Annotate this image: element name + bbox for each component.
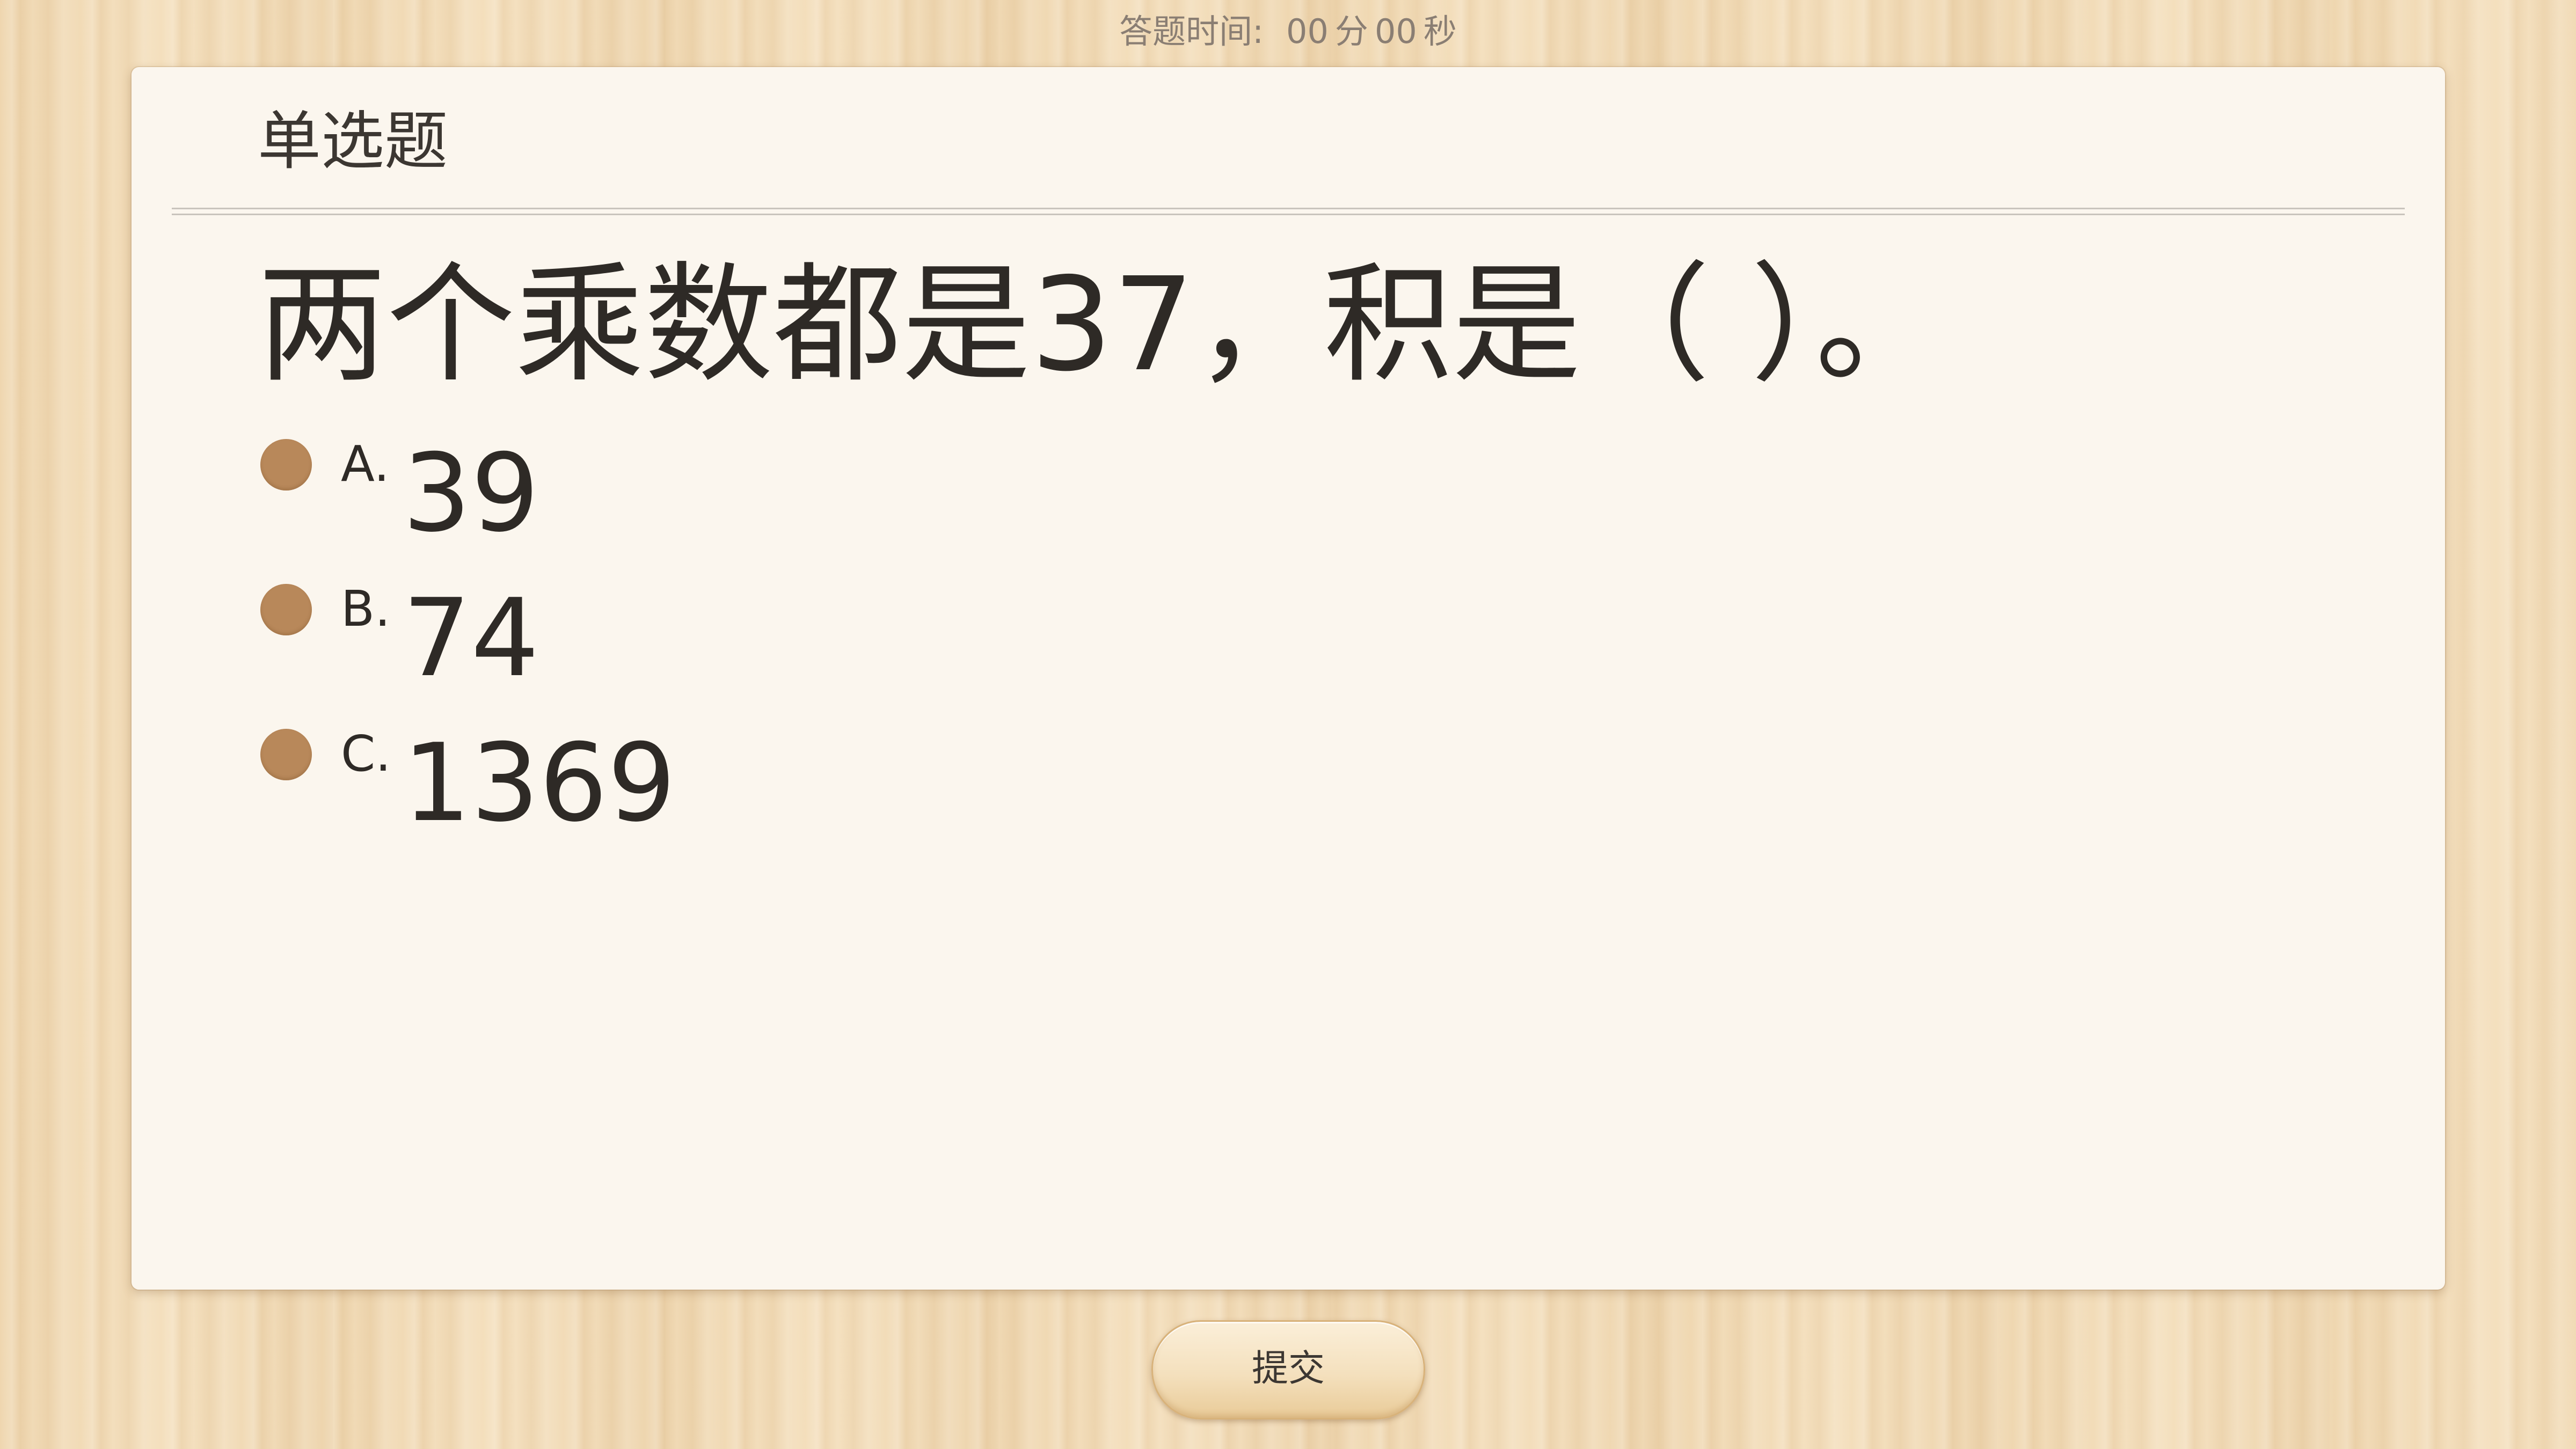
option-c[interactable]: C. 1369	[260, 700, 1012, 846]
timer-minutes: 00	[1286, 12, 1329, 51]
header-divider	[172, 208, 2405, 215]
timer-label: 答题时间:	[1119, 12, 1264, 51]
option-a[interactable]: A. 39	[260, 411, 1012, 556]
option-value: 1369	[403, 721, 676, 846]
option-letter: A.	[341, 435, 390, 493]
timer-seconds: 00	[1374, 12, 1417, 51]
radio-icon[interactable]	[260, 584, 312, 635]
timer-seconds-unit: 秒	[1423, 12, 1457, 51]
answer-timer: 答题时间: 00 分 00 秒	[0, 8, 2576, 56]
option-letter: B.	[341, 580, 391, 638]
submit-button[interactable]: 提交	[1151, 1320, 1425, 1419]
question-type-label: 单选题	[258, 104, 448, 178]
question-card: 单选题 两个乘数都是37，积是（ ）。 A. 39 B. 74 C. 1369	[132, 67, 2445, 1290]
question-text: 两个乘数都是37，积是（ ）。	[258, 250, 1944, 400]
radio-icon[interactable]	[260, 439, 312, 491]
option-b[interactable]: B. 74	[260, 555, 1012, 701]
option-value: 39	[403, 431, 539, 556]
option-letter: C.	[341, 725, 391, 782]
option-value: 74	[403, 576, 539, 701]
radio-icon[interactable]	[260, 729, 312, 780]
options-list: A. 39 B. 74 C. 1369	[260, 411, 1012, 846]
timer-minutes-unit: 分	[1334, 12, 1368, 51]
